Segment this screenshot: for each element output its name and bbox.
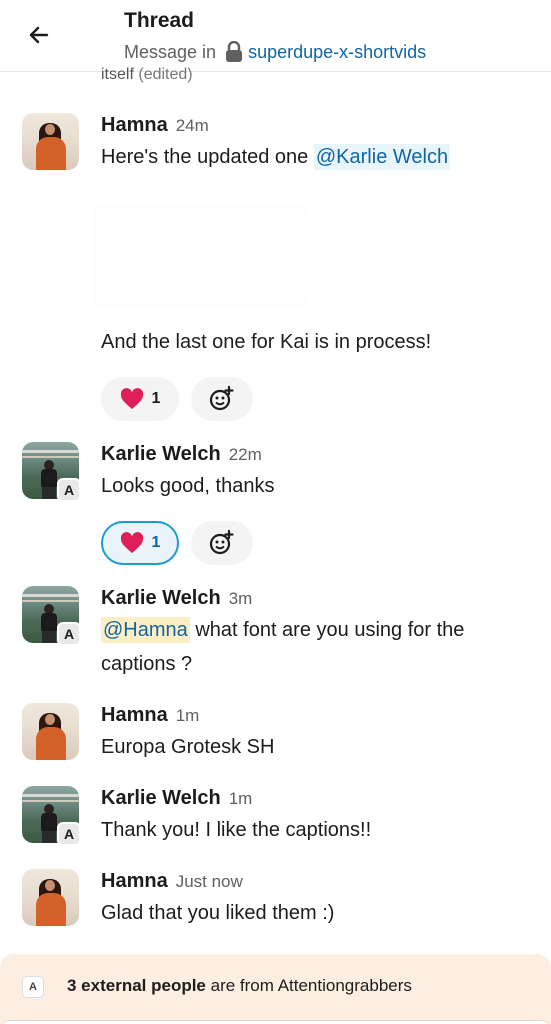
channel-context: Message in superdupe-x-shortvids (124, 41, 426, 63)
subtitle-prefix: Message in (124, 41, 217, 62)
timestamp[interactable]: 1m (229, 789, 253, 809)
message-text: Glad that you liked them :) (101, 902, 335, 924)
user-mention[interactable]: @Karlie Welch (313, 144, 451, 170)
author-name[interactable]: Hamna (101, 870, 168, 893)
author-name[interactable]: Hamna (101, 114, 168, 137)
timestamp[interactable]: 1m (176, 706, 200, 726)
heart-reaction[interactable]: 1 (101, 521, 179, 565)
reaction-count: 1 (151, 390, 161, 407)
arrow-left-icon (29, 26, 49, 44)
author-name[interactable]: Karlie Welch (101, 443, 221, 466)
message-text: Europa Grotesk SH (101, 736, 275, 758)
add-reaction-icon (209, 529, 234, 555)
timestamp[interactable]: 24m (176, 116, 209, 136)
timestamp[interactable]: Just now (176, 872, 243, 892)
author-name[interactable]: Karlie Welch (101, 787, 221, 810)
message-text: Looks good, thanks (101, 475, 275, 497)
heart-icon (120, 532, 143, 553)
channel-link[interactable]: superdupe-x-shortvids (248, 42, 426, 63)
external-badge: A (57, 622, 81, 646)
image-attachment[interactable] (96, 207, 306, 305)
avatar[interactable] (22, 869, 79, 926)
message-text-continued: captions ? (101, 653, 193, 675)
timestamp[interactable]: 22m (229, 445, 262, 465)
reaction-count: 1 (151, 534, 161, 551)
author-name[interactable]: Karlie Welch (101, 587, 221, 610)
message-text: Thank you! I like the captions!! (101, 819, 372, 841)
external-badge: A (22, 976, 44, 998)
external-badge: A (57, 822, 81, 846)
banner-text: 3 external people are from Attentiongrab… (67, 976, 412, 995)
page-title: Thread (124, 9, 195, 32)
add-reaction-button[interactable] (191, 521, 253, 565)
avatar[interactable] (22, 113, 79, 170)
previous-message-tail: itself (edited) (101, 66, 193, 83)
thread-header: Thread Message in superdupe-x-shortvids (0, 0, 551, 72)
heart-reaction[interactable]: 1 (101, 377, 179, 421)
edited-label: (edited) (138, 66, 193, 83)
author-name[interactable]: Hamna (101, 704, 168, 727)
message-text: Here's the updated one @Karlie Welch (101, 144, 451, 170)
external-people-banner[interactable]: A 3 external people are from Attentiongr… (0, 954, 551, 1024)
back-button[interactable] (22, 18, 56, 52)
add-reaction-icon (209, 385, 234, 411)
message-text: @Hamna what font are you using for the (101, 617, 465, 643)
external-badge: A (57, 478, 81, 502)
timestamp[interactable]: 3m (229, 589, 253, 609)
add-reaction-button[interactable] (191, 377, 253, 421)
lock-icon (224, 41, 244, 63)
message-composer[interactable] (0, 1020, 551, 1024)
avatar[interactable] (22, 703, 79, 760)
user-mention[interactable]: @Hamna (101, 617, 190, 643)
message-text: And the last one for Kai is in process! (101, 331, 432, 353)
heart-icon (120, 388, 143, 409)
